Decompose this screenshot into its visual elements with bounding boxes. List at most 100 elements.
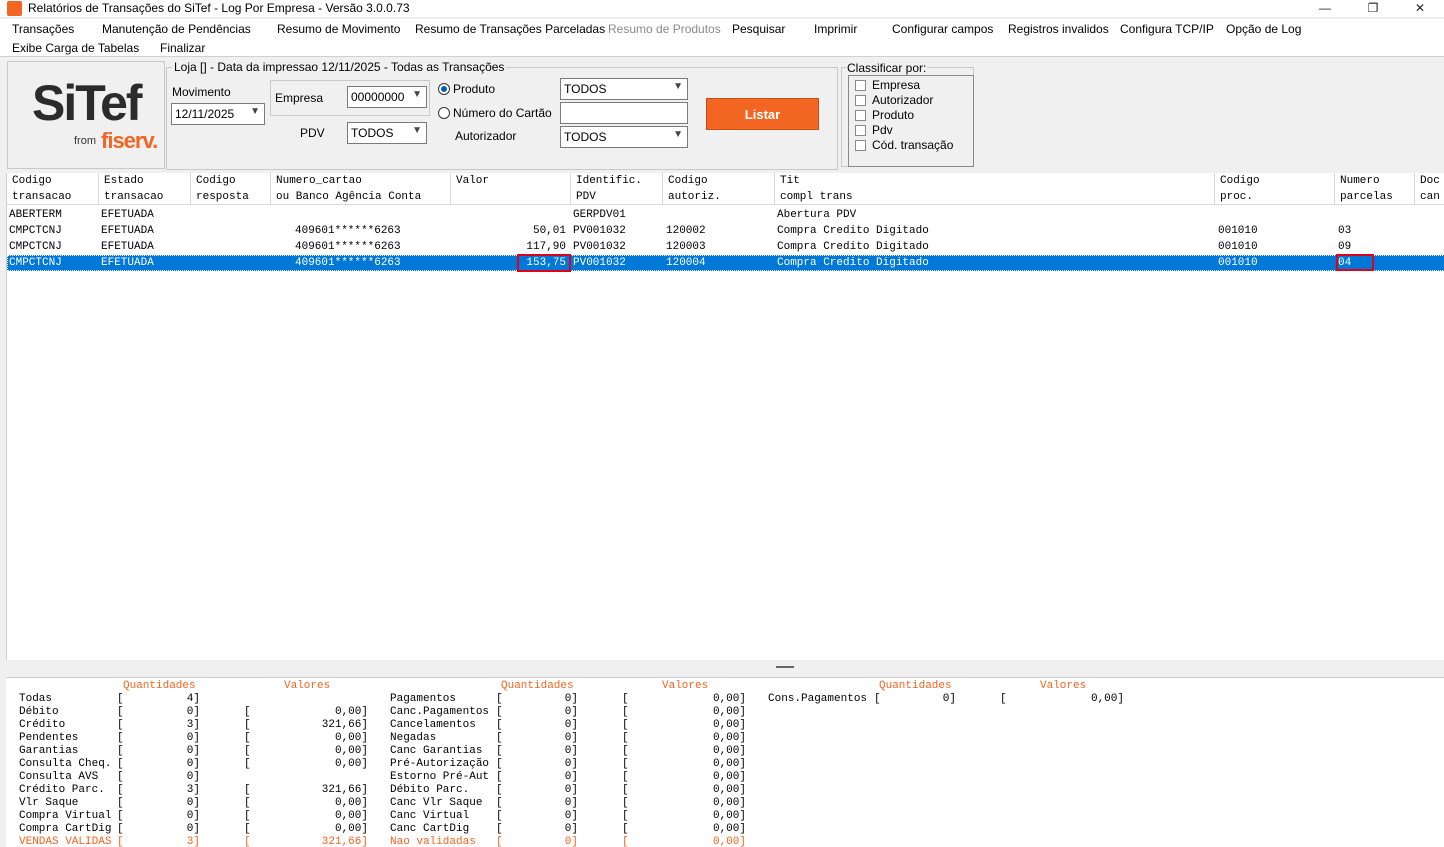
bracket-open: [ xyxy=(496,745,503,757)
autorizador-select[interactable]: TODOS ▼ xyxy=(560,126,688,148)
splitter[interactable] xyxy=(6,660,1444,676)
checkbox-empresa[interactable] xyxy=(855,80,866,91)
table-row-selected[interactable]: CMPCTCNJ EFETUADA 409601******6263 153,7… xyxy=(7,255,1444,271)
produto-radio[interactable] xyxy=(438,83,450,95)
total-quantity: 0] xyxy=(564,719,578,731)
total-value: 0,00] xyxy=(712,797,746,809)
total-quantity: 0] xyxy=(942,693,956,705)
option-produto[interactable]: Produto xyxy=(872,108,914,122)
filter-group-label: Loja [] - Data da impressao 12/11/2025 -… xyxy=(172,60,507,74)
total-label: Compra CartDig xyxy=(19,823,112,835)
col-header-estado-transacao[interactable]: Estado transacao xyxy=(99,173,191,205)
total-quantity: 0] xyxy=(564,784,578,796)
menu-configura-tcpip[interactable]: Configura TCP/IP xyxy=(1120,22,1214,36)
bracket-open: [ xyxy=(117,732,124,744)
totals-header-valores: Valores xyxy=(1040,680,1087,692)
option-cod-transacao[interactable]: Cód. transação xyxy=(872,138,953,152)
total-label: Canc Vlr Saque xyxy=(390,797,483,809)
total-label: VENDAS VALIDAS xyxy=(19,836,112,847)
menu-finalizar[interactable]: Finalizar xyxy=(160,41,205,55)
totals-header-quantidades: Quantidades xyxy=(501,680,574,692)
total-value: 0,00] xyxy=(334,706,368,718)
produto-select[interactable]: TODOS ▼ xyxy=(560,78,688,100)
close-icon[interactable]: ✕ xyxy=(1397,0,1443,18)
menu-resumo-produtos[interactable]: Resumo de Produtos xyxy=(608,22,721,36)
bracket-open: [ xyxy=(622,784,629,796)
total-label: Compra Virtual xyxy=(19,810,112,822)
bracket-open: [ xyxy=(244,797,251,809)
col-header-codigo-proc[interactable]: Codigo proc. xyxy=(1215,173,1335,205)
bracket-open: [ xyxy=(622,823,629,835)
col-header-codigo-autoriz[interactable]: Codigo autoriz. xyxy=(663,173,775,205)
pdv-select[interactable]: TODOS ▼ xyxy=(347,122,427,144)
col-header-codigo-resposta[interactable]: Codigo resposta xyxy=(191,173,271,205)
listar-button[interactable]: Listar xyxy=(706,98,819,130)
checkbox-pdv[interactable] xyxy=(855,125,866,136)
table-row[interactable]: ABERTERM EFETUADA GERPDV01 Abertura PDV xyxy=(7,207,1444,223)
bracket-open: [ xyxy=(496,771,503,783)
menu-resumo-movimento[interactable]: Resumo de Movimento xyxy=(277,22,400,36)
table-row[interactable]: CMPCTCNJ EFETUADA 409601******6263 50,01… xyxy=(7,223,1444,239)
total-quantity: 0] xyxy=(564,745,578,757)
movimento-date-picker[interactable]: 12/11/2025 ▼ xyxy=(171,103,265,125)
bracket-open: [ xyxy=(496,797,503,809)
numero-cartao-radio-label[interactable]: Número do Cartão xyxy=(453,106,552,120)
menu-registros-invalidos[interactable]: Registros invalidos xyxy=(1008,22,1109,36)
menu-configurar-campos[interactable]: Configurar campos xyxy=(892,22,993,36)
total-value: 0,00] xyxy=(712,784,746,796)
bracket-open: [ xyxy=(117,706,124,718)
totals-header-quantidades: Quantidades xyxy=(123,680,196,692)
sitef-logo: SiTef from fiserv. xyxy=(7,61,165,169)
option-empresa[interactable]: Empresa xyxy=(872,78,920,92)
produto-radio-label[interactable]: Produto xyxy=(453,82,495,96)
empresa-select[interactable]: 00000000 ▼ xyxy=(347,86,427,108)
col-header-doc-can[interactable]: Doc can xyxy=(1415,173,1444,205)
highlight-parcelas xyxy=(1336,254,1374,271)
classificar-label: Classificar por: xyxy=(846,61,928,75)
option-pdv[interactable]: Pdv xyxy=(872,123,893,137)
menu-imprimir[interactable]: Imprimir xyxy=(814,22,857,36)
total-value: 0,00] xyxy=(712,693,746,705)
movimento-label: Movimento xyxy=(172,85,231,99)
total-value: 321,66] xyxy=(321,836,368,847)
bracket-open: [ xyxy=(244,836,251,847)
col-header-numero-cartao[interactable]: Numero_cartao ou Banco Agência Conta xyxy=(271,173,451,205)
menu-resumo-transacoes-parceladas[interactable]: Resumo de Transações Parceladas xyxy=(415,22,605,36)
total-label: Canc Garantias xyxy=(390,745,483,757)
checkbox-cod-transacao[interactable] xyxy=(855,140,866,151)
total-quantity: 0] xyxy=(186,771,200,783)
col-header-tit-compl-trans[interactable]: Tit compl trans xyxy=(775,173,1215,205)
checkbox-produto[interactable] xyxy=(855,110,866,121)
col-header-valor[interactable]: Valor xyxy=(451,173,571,205)
total-label: Cons.Pagamentos xyxy=(768,693,868,705)
bracket-open: [ xyxy=(244,706,251,718)
menu-transacoes[interactable]: Transações xyxy=(12,22,74,36)
checkbox-autorizador[interactable] xyxy=(855,95,866,106)
numero-cartao-radio[interactable] xyxy=(438,107,450,119)
numero-cartao-input[interactable] xyxy=(560,102,688,124)
total-label: Nao validadas xyxy=(390,836,476,847)
total-quantity: 0] xyxy=(186,758,200,770)
table-row[interactable]: CMPCTCNJ EFETUADA 409601******6263 117,9… xyxy=(7,239,1444,255)
total-quantity: 0] xyxy=(564,836,578,847)
col-header-codigo-transacao[interactable]: Codigo transacao xyxy=(7,173,99,205)
total-quantity: 3] xyxy=(186,836,200,847)
total-value: 321,66] xyxy=(321,784,368,796)
minimize-icon[interactable]: — xyxy=(1302,0,1348,18)
menu-exibe-carga-tabelas[interactable]: Exibe Carga de Tabelas xyxy=(12,41,139,55)
total-value: 0,00] xyxy=(712,758,746,770)
total-quantity: 0] xyxy=(564,797,578,809)
col-header-identific-pdv[interactable]: Identific. PDV xyxy=(571,173,663,205)
col-header-numero-parcelas[interactable]: Numero parcelas xyxy=(1335,173,1415,205)
menu-opcao-log[interactable]: Opção de Log xyxy=(1226,22,1301,36)
splitter-grip-icon[interactable] xyxy=(776,666,794,668)
autorizador-label: Autorizador xyxy=(455,129,517,143)
bracket-open: [ xyxy=(622,771,629,783)
menu-manutencao-pendencias[interactable]: Manutenção de Pendências xyxy=(102,22,251,36)
chevron-down-icon: ▼ xyxy=(412,89,422,100)
maximize-icon[interactable]: ❐ xyxy=(1350,0,1396,18)
bracket-open: [ xyxy=(622,745,629,757)
option-autorizador[interactable]: Autorizador xyxy=(872,93,933,107)
menu-pesquisar[interactable]: Pesquisar xyxy=(732,22,785,36)
total-value: 0,00] xyxy=(334,758,368,770)
